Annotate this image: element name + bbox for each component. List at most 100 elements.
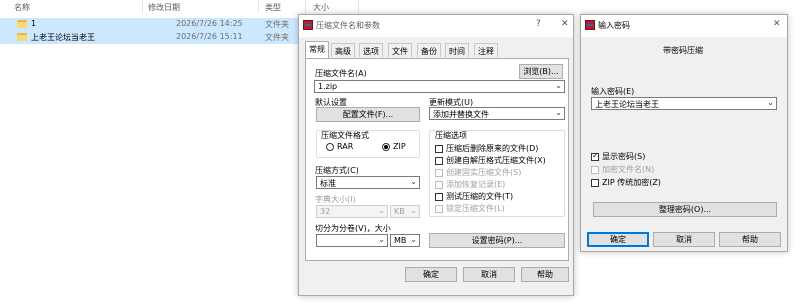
checkbox-icon (435, 168, 443, 177)
radio-selected-icon (382, 142, 390, 151)
radio-icon (326, 142, 334, 151)
folder-icon (17, 33, 27, 41)
update-mode-value: 添加并替换文件 (433, 110, 489, 119)
checkbox-icon (591, 178, 599, 187)
dictionary-unit-value: KB (394, 207, 405, 216)
chevron-down-icon: ⌄ (555, 81, 562, 90)
method-value: 标准 (320, 179, 336, 188)
password-dialog-titlebar: 输入密码 ✕ (581, 15, 787, 37)
split-unit-value: MB (394, 236, 407, 245)
option-solid[interactable]: 创建固实压缩文件(S) (435, 167, 521, 178)
option-label: 锁定压缩文件(L) (446, 204, 505, 213)
archive-format-label: 压缩文件格式 (321, 131, 369, 140)
password-help-button[interactable]: 帮助 (719, 232, 781, 247)
explorer-column-header: 名称 修改日期 类型 大小 (0, 0, 800, 14)
option-label: 压缩后删除原来的文件(D) (446, 144, 539, 153)
tab-comment[interactable]: 注释 (474, 43, 498, 57)
file-type: 文件夹 (265, 33, 289, 42)
archive-dialog-titlebar: 压缩文件名和参数 ? ✕ (299, 15, 573, 37)
checkbox-icon (435, 144, 443, 153)
archive-help-button[interactable]: 帮助 (521, 267, 569, 282)
chevron-down-icon: ⌄ (767, 98, 774, 107)
close-icon[interactable]: ✕ (773, 19, 781, 29)
format-rar-label: RAR (337, 142, 354, 151)
encrypt-names-label: 加密文件名(N) (602, 165, 655, 174)
column-name[interactable]: 名称 (14, 2, 30, 13)
checkbox-checked-icon (591, 151, 599, 161)
dictionary-label: 字典大小(I) (315, 195, 356, 204)
set-password-button[interactable]: 设置密码(P)... (429, 233, 565, 248)
option-delete-after[interactable]: 压缩后删除原来的文件(D) (435, 143, 538, 154)
archive-name-label: 压缩文件名(A) (315, 69, 367, 78)
tab-backup[interactable]: 备份 (417, 43, 441, 57)
chevron-down-icon: ⌄ (410, 206, 417, 215)
file-name: 上老王论坛当老王 (31, 33, 95, 42)
profiles-button[interactable]: 配置文件(F)... (316, 107, 420, 122)
tab-files[interactable]: 文件 (388, 43, 412, 57)
checkbox-icon (435, 192, 443, 201)
chevron-down-icon: ⌄ (410, 235, 417, 244)
checkbox-icon (591, 165, 599, 174)
checkbox-icon (435, 156, 443, 165)
close-icon[interactable]: ✕ (561, 19, 569, 29)
password-cancel-button[interactable]: 取消 (653, 232, 715, 247)
chevron-down-icon: ⌄ (378, 206, 385, 215)
option-label: 添加恢复记录(E) (446, 180, 506, 189)
file-type: 文件夹 (265, 20, 289, 29)
file-modified: 2026/7/26 15:11 (176, 32, 243, 41)
winrar-icon (585, 20, 595, 30)
option-label: 创建自解压格式压缩文件(X) (446, 156, 546, 165)
checkbox-icon (435, 204, 443, 213)
help-icon[interactable]: ? (536, 19, 541, 29)
password-dialog: 输入密码 ✕ 带密码压缩 输入密码(E) 上老王论坛当老王 ⌄ 显示密码(S) … (580, 14, 788, 252)
tab-time[interactable]: 时间 (445, 43, 469, 57)
encrypt-names-checkbox[interactable]: 加密文件名(N) (591, 164, 654, 175)
general-tab-panel: 压缩文件名(A) 浏览(B)... 1.zip ⌄ 默认设置 配置文件(F)..… (305, 58, 569, 261)
option-sfx[interactable]: 创建自解压格式压缩文件(X) (435, 155, 546, 166)
dictionary-size-select[interactable]: 32 ⌄ (316, 205, 388, 218)
split-size-input[interactable]: ⌄ (316, 234, 388, 247)
archive-dialog: 压缩文件名和参数 ? ✕ 常规 高级 选项 文件 备份 时间 注释 压缩文件名(… (298, 14, 574, 296)
method-label: 压缩方式(C) (315, 166, 359, 175)
format-zip-label: ZIP (393, 142, 406, 151)
update-mode-select[interactable]: 添加并替换文件 ⌄ (429, 107, 565, 120)
file-modified: 2026/7/26 14:25 (176, 19, 243, 28)
winrar-icon (303, 20, 313, 30)
split-unit-select[interactable]: MB ⌄ (390, 234, 420, 247)
organize-passwords-button[interactable]: 整理密码(O)... (593, 202, 777, 217)
column-type[interactable]: 类型 (265, 2, 281, 13)
method-select[interactable]: 标准 ⌄ (316, 176, 420, 189)
archive-name-value: 1.zip (318, 82, 338, 91)
archive-name-input[interactable]: 1.zip ⌄ (314, 80, 565, 93)
tab-options[interactable]: 选项 (359, 43, 383, 57)
column-size[interactable]: 大小 (313, 2, 329, 13)
file-name: 1 (31, 19, 37, 28)
password-ok-button[interactable]: 确定 (587, 232, 649, 247)
archive-ok-button[interactable]: 确定 (405, 267, 457, 282)
chevron-down-icon: ⌄ (555, 108, 562, 117)
archive-options-label: 压缩选项 (435, 131, 467, 140)
option-recovery-record[interactable]: 添加恢复记录(E) (435, 179, 505, 190)
password-dialog-title: 输入密码 (598, 21, 630, 30)
dictionary-unit-select[interactable]: KB ⌄ (390, 205, 420, 218)
file-row[interactable]: 上老王论坛当老王 2026/7/26 15:11 文件夹 (0, 31, 310, 44)
option-label: 测试压缩的文件(T) (446, 192, 514, 201)
show-password-checkbox[interactable]: 显示密码(S) (591, 151, 645, 162)
chevron-down-icon: ⌄ (378, 235, 385, 244)
file-row[interactable]: 1 2026/7/26 14:25 文件夹 (0, 18, 310, 31)
browse-button[interactable]: 浏览(B)... (519, 64, 563, 79)
format-zip-radio[interactable]: ZIP (382, 142, 406, 151)
option-test-archive[interactable]: 测试压缩的文件(T) (435, 191, 513, 202)
archive-cancel-button[interactable]: 取消 (463, 267, 515, 282)
password-input[interactable]: 上老王论坛当老王 ⌄ (591, 97, 777, 110)
password-value: 上老王论坛当老王 (595, 100, 659, 109)
format-rar-radio[interactable]: RAR (326, 142, 353, 151)
show-password-label: 显示密码(S) (602, 152, 646, 161)
option-lock-archive[interactable]: 锁定压缩文件(L) (435, 203, 505, 214)
password-heading: 带密码压缩 (663, 46, 703, 55)
zip-legacy-encryption-checkbox[interactable]: ZIP 传统加密(Z) (591, 177, 661, 188)
tab-general[interactable]: 常规 (305, 41, 329, 58)
zip-legacy-label: ZIP 传统加密(Z) (602, 178, 661, 187)
column-modified[interactable]: 修改日期 (148, 2, 180, 13)
tab-advanced[interactable]: 高级 (331, 43, 355, 57)
